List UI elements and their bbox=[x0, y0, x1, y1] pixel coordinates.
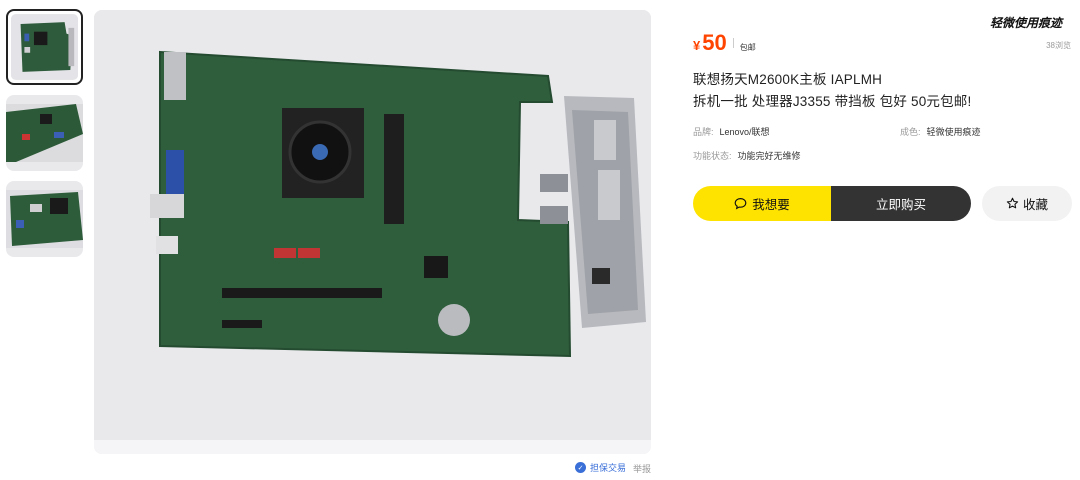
star-icon bbox=[1006, 197, 1019, 209]
product-title-line-2: 拆机一批 处理器J3355 带挡板 包好 50元包邮! bbox=[693, 94, 972, 109]
chat-bubble-icon bbox=[734, 198, 747, 210]
motherboard-thumbnail-icon bbox=[11, 14, 78, 80]
image-bottom-strip bbox=[94, 440, 651, 454]
attribute-key: 成色: bbox=[900, 127, 921, 137]
thumbnail-3[interactable] bbox=[6, 181, 83, 257]
buy-now-button[interactable]: 立即购买 bbox=[831, 186, 971, 221]
thumbnail-list bbox=[6, 9, 84, 267]
product-title-line-1: 联想扬天M2600K主板 IAPLMH bbox=[693, 72, 883, 87]
attribute-function: 功能状态: 功能完好无维修 bbox=[693, 149, 801, 162]
want-button[interactable]: 我想要 bbox=[693, 186, 831, 221]
attribute-value: 轻微使用痕迹 bbox=[926, 127, 981, 137]
attribute-key: 功能状态: bbox=[693, 151, 732, 161]
motherboard-angle-thumbnail-icon bbox=[6, 104, 83, 162]
condition-badge: 轻微使用痕迹 bbox=[990, 14, 1063, 31]
purchase-button-group: 我想要 立即购买 bbox=[693, 186, 971, 221]
attribute-key: 品牌: bbox=[693, 127, 714, 137]
thumbnail-1[interactable] bbox=[6, 9, 83, 85]
attribute-brand: 品牌: Lenovo/联想 bbox=[693, 125, 770, 138]
condition-badge-label: 轻微使用痕迹 bbox=[990, 16, 1063, 30]
product-page: ✓ 担保交易 举报 ¥ 50 包邮 轻微使用痕迹 38浏览 联想扬天M2600K… bbox=[0, 0, 1080, 480]
favorite-label: 收藏 bbox=[1022, 198, 1048, 212]
want-button-label: 我想要 bbox=[752, 198, 790, 212]
attribute-value: 功能完好无维修 bbox=[737, 151, 801, 161]
thumbnail-2[interactable] bbox=[6, 95, 83, 171]
currency-symbol: ¥ bbox=[693, 38, 701, 53]
price-value: 50 bbox=[702, 30, 727, 55]
price-row: ¥ 50 包邮 bbox=[693, 30, 756, 56]
guarantee-link[interactable]: ✓ 担保交易 bbox=[575, 461, 626, 474]
shield-icon: ✓ bbox=[575, 462, 586, 473]
attribute-value: Lenovo/联想 bbox=[719, 127, 770, 137]
shipping-label: 包邮 bbox=[739, 43, 756, 52]
report-link[interactable]: 举报 bbox=[633, 462, 651, 475]
guarantee-label: 担保交易 bbox=[590, 463, 627, 473]
favorite-button[interactable]: 收藏 bbox=[982, 186, 1072, 221]
motherboard-photo-icon bbox=[94, 10, 651, 454]
attribute-condition: 成色: 轻微使用痕迹 bbox=[900, 125, 981, 138]
motherboard-cpu-thumbnail-icon bbox=[6, 190, 83, 248]
view-count: 38浏览 bbox=[1046, 41, 1071, 50]
price-divider bbox=[732, 38, 734, 48]
main-product-image[interactable] bbox=[94, 10, 651, 454]
buy-now-label: 立即购买 bbox=[875, 198, 926, 212]
